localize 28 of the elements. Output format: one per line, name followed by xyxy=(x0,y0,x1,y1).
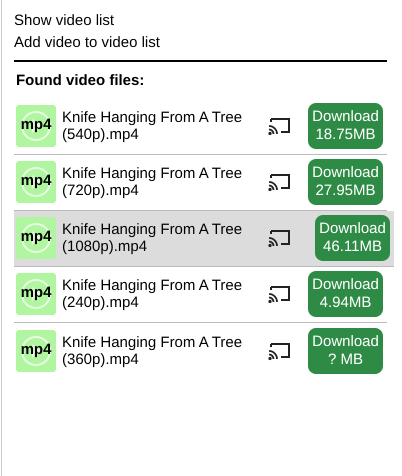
file-type-icon: mp4 xyxy=(16,105,56,147)
video-title: Knife Hanging From A Tree (240p).mp4 xyxy=(62,277,244,311)
cast-icon[interactable] xyxy=(268,340,292,360)
video-title: Knife Hanging From A Tree (1080p).mp4 xyxy=(62,221,244,255)
video-title: Knife Hanging From A Tree (360p).mp4 xyxy=(62,334,244,368)
download-button[interactable]: Download 46.11MB xyxy=(315,215,390,261)
file-type-icon: mp4 xyxy=(16,330,56,372)
menu-link[interactable]: Show video list xyxy=(14,10,388,32)
file-type-icon: mp4 xyxy=(16,161,56,203)
video-row[interactable]: mp4 Knife Hanging From A Tree (540p).mp4 Download 18.75MB xyxy=(14,98,387,154)
download-button[interactable]: Download 4.94MB xyxy=(308,271,383,317)
video-title: Knife Hanging From A Tree (720p).mp4 xyxy=(62,165,244,199)
cast-icon[interactable] xyxy=(268,228,292,248)
download-button[interactable]: Download 18.75MB xyxy=(308,103,383,149)
video-row[interactable]: mp4 Knife Hanging From A Tree (720p).mp4 Download 27.95MB xyxy=(14,154,387,210)
file-type-icon: mp4 xyxy=(16,217,56,259)
cast-icon[interactable] xyxy=(268,284,292,304)
video-row[interactable]: mp4 Knife Hanging From A Tree (1080p).mp4 Download 46.11MB xyxy=(14,210,394,266)
file-type-icon: mp4 xyxy=(16,273,56,315)
video-row[interactable]: mp4 Knife Hanging From A Tree (240p).mp4 Download 4.94MB xyxy=(14,266,387,322)
cast-icon[interactable] xyxy=(268,116,292,136)
download-button[interactable]: Download 27.95MB xyxy=(308,159,383,205)
download-button[interactable]: Download ? MB xyxy=(308,328,383,374)
section-heading: Found video files: xyxy=(16,71,146,91)
cast-icon[interactable] xyxy=(268,172,292,192)
menu-link[interactable]: Add video to video list xyxy=(14,32,388,54)
video-row[interactable]: mp4 Knife Hanging From A Tree (360p).mp4 Download ? MB xyxy=(14,322,387,378)
video-title: Knife Hanging From A Tree (540p).mp4 xyxy=(62,109,244,143)
